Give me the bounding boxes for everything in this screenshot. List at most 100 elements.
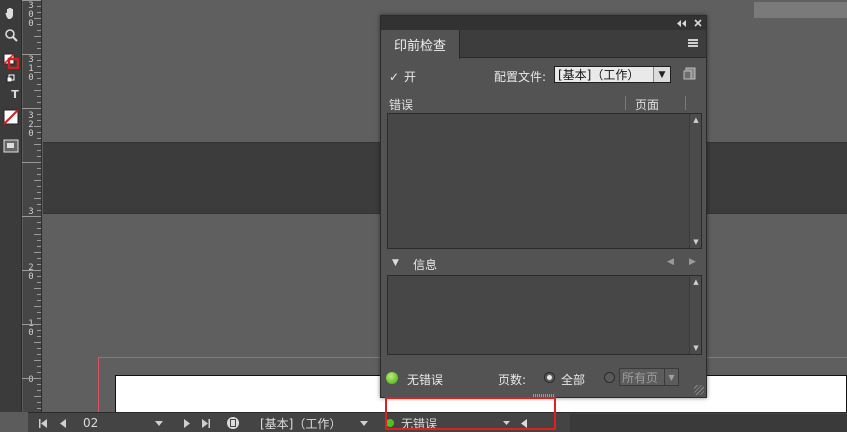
ruler-tick — [22, 54, 41, 55]
ruler-tick — [37, 96, 41, 97]
resize-grip-icon[interactable] — [694, 385, 704, 395]
page-number-field[interactable]: 02 — [78, 413, 164, 432]
scroll-down-icon[interactable]: ▼ — [690, 343, 702, 353]
profile-dropdown-arrow-icon[interactable] — [358, 413, 370, 432]
ruler-tick — [37, 294, 41, 295]
panel-title-strip[interactable] — [381, 16, 706, 30]
ruler-tick — [34, 360, 41, 361]
pages-label: 页数: — [498, 373, 527, 387]
statusbar-profile[interactable]: [基本]（工作） — [248, 413, 368, 432]
page-range-select[interactable]: 所有页 ▼ — [619, 368, 679, 386]
preflight-on-checkbox[interactable]: ✓ 开 — [389, 68, 416, 85]
panel-footer: 无错误 页数: 全部 所有页 ▼ — [381, 366, 706, 392]
page-range-value: 所有页 — [622, 370, 659, 385]
ruler-tick — [37, 132, 41, 133]
ruler-label: 10 — [28, 319, 34, 338]
scroll-down-icon[interactable]: ▼ — [690, 237, 702, 247]
column-error[interactable]: 错误 — [389, 96, 413, 113]
chevron-down-icon: ▼ — [664, 369, 678, 385]
tab-preflight[interactable]: 印前检查 — [381, 30, 460, 59]
checkmark-icon: ✓ — [389, 69, 400, 84]
ruler-tick — [37, 6, 41, 7]
ruler-tick — [37, 168, 41, 169]
column-page[interactable]: 页面 — [635, 96, 659, 113]
ruler-tick — [34, 396, 41, 397]
ruler-tick — [37, 102, 41, 103]
radio-all-pages[interactable] — [544, 372, 555, 383]
ruler-tick — [37, 348, 41, 349]
first-page-icon[interactable] — [36, 413, 50, 432]
ruler-tick — [22, 108, 41, 109]
info-next-icon[interactable]: ▶ — [689, 257, 696, 267]
info-section-header[interactable]: ▼ 信息 ◀ ▶ — [389, 256, 699, 272]
horizontal-scroll-thumb[interactable] — [754, 2, 847, 18]
radio-page-range[interactable] — [604, 372, 615, 383]
ruler-tick — [34, 18, 41, 19]
vertical-ruler[interactable]: 300 310 320 3 20 10 0 — [22, 0, 42, 412]
ruler-tick — [37, 372, 41, 373]
info-prev-icon[interactable]: ◀ — [667, 257, 674, 267]
ruler-tick — [37, 114, 41, 115]
ruler-tick — [37, 336, 41, 337]
info-label: 信息 — [413, 258, 438, 272]
ruler-tick — [34, 252, 41, 253]
ruler-tick — [37, 30, 41, 31]
ruler-tick — [37, 84, 41, 85]
hand-tool-icon[interactable] — [2, 4, 20, 22]
error-list-scrollbar[interactable]: ▲ ▼ — [689, 114, 701, 248]
profile-select[interactable]: [基本]（工作） ▼ — [554, 66, 671, 83]
last-page-icon[interactable] — [198, 413, 212, 432]
ruler-tick — [37, 330, 41, 331]
ruler-tick — [37, 312, 41, 313]
disclosure-triangle-icon[interactable]: ▼ — [392, 258, 399, 268]
ruler-tick — [37, 390, 41, 391]
ruler-tick — [37, 186, 41, 187]
ruler-tick — [37, 120, 41, 121]
ruler-tick — [34, 342, 41, 343]
next-page-icon[interactable] — [180, 413, 192, 432]
zoom-tool-icon[interactable] — [2, 26, 20, 44]
ruler-label: 20 — [28, 263, 34, 282]
ruler-tick — [34, 288, 41, 289]
ruler-tick — [22, 162, 41, 163]
ruler-tick — [37, 354, 41, 355]
no-error-label: 无错误 — [407, 373, 444, 387]
all-pages-label[interactable]: 全部 — [561, 371, 585, 388]
close-panel-icon[interactable] — [694, 16, 702, 30]
scroll-up-icon[interactable]: ▲ — [690, 115, 702, 125]
document-open-icon[interactable] — [224, 413, 242, 432]
formatting-affects-container-icon[interactable]: T — [2, 85, 20, 103]
statusbar-profile-value: [基本]（工作） — [260, 416, 342, 431]
ruler-tick — [37, 408, 41, 409]
ruler-tick — [37, 318, 41, 319]
horizontal-scrollbar[interactable] — [570, 414, 847, 432]
scroll-up-icon[interactable]: ▲ — [690, 277, 702, 287]
ruler-tick — [37, 246, 41, 247]
ruler-tick — [37, 156, 41, 157]
ruler-label: 310 — [28, 55, 34, 83]
ruler-tick — [37, 12, 41, 13]
ruler-tick — [37, 210, 41, 211]
preflight-panel: 印前检查 ✓ 开 配置文件: [基本]（工作） ▼ 错误 页面 ▲ ▼ ▼ 信息… — [380, 15, 707, 398]
ruler-tick — [37, 150, 41, 151]
previous-page-icon[interactable] — [56, 413, 70, 432]
error-list-header: 错误 页面 — [387, 96, 687, 112]
panel-tabbar: 印前检查 — [381, 30, 706, 59]
preflight-on-label: 开 — [404, 70, 417, 84]
error-list[interactable]: ▲ ▼ — [387, 113, 702, 249]
apply-none-icon[interactable] — [2, 108, 20, 126]
info-box-scrollbar[interactable]: ▲ ▼ — [689, 276, 701, 354]
collapse-panel-icon[interactable] — [677, 16, 686, 30]
ruler-tick — [34, 198, 41, 199]
ruler-tick — [37, 174, 41, 175]
ruler-tick — [37, 192, 41, 193]
screen-mode-icon[interactable] — [2, 137, 20, 155]
fill-stroke-swatch-icon[interactable] — [2, 52, 20, 70]
panel-menu-icon[interactable] — [688, 39, 698, 47]
embed-profile-icon[interactable] — [683, 67, 697, 81]
tools-panel: T — [0, 0, 22, 412]
ruler-tick — [37, 366, 41, 367]
page-dropdown-arrow-icon[interactable] — [153, 413, 165, 432]
tab-preflight-label: 印前检查 — [393, 39, 446, 54]
ruler-tick — [37, 204, 41, 205]
